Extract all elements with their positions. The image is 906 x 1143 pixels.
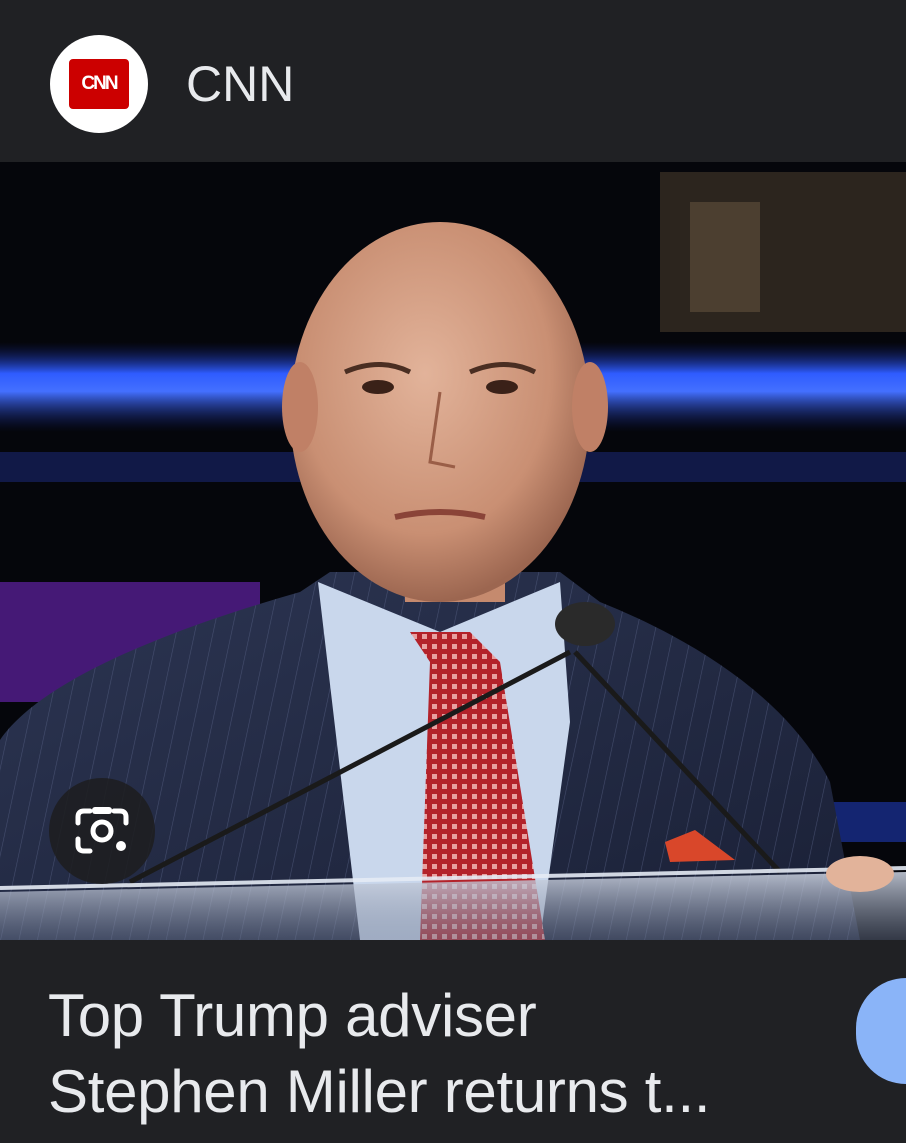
google-lens-icon	[74, 805, 130, 857]
source-name[interactable]: CNN	[186, 56, 294, 112]
article-image[interactable]	[0, 162, 906, 940]
source-header: CNN CNN	[0, 0, 906, 162]
google-lens-button[interactable]	[49, 778, 155, 884]
cnn-logo-mark: CNN	[69, 59, 129, 109]
headline-line-2: Stephen Miller returns t...	[48, 1058, 711, 1125]
article-headline[interactable]: Top Trump adviser Stephen Miller returns…	[48, 978, 808, 1130]
headline-line-1: Top Trump adviser	[48, 982, 537, 1049]
cnn-logo[interactable]: CNN	[50, 35, 148, 133]
partial-blue-circle-button[interactable]	[856, 978, 906, 1084]
